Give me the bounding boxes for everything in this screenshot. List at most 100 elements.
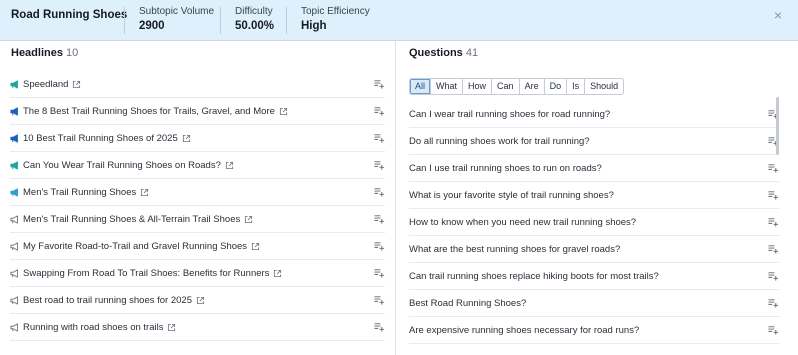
headline-text[interactable]: Can You Wear Trail Running Shoes on Road… bbox=[23, 160, 221, 171]
external-link-icon[interactable] bbox=[251, 242, 260, 251]
question-row[interactable]: Are expensive running shoes necessary fo… bbox=[409, 317, 779, 344]
add-to-list-icon[interactable] bbox=[768, 298, 779, 308]
add-to-list-icon[interactable] bbox=[768, 190, 779, 200]
megaphone-icon bbox=[10, 160, 18, 170]
metric-value: High bbox=[301, 20, 327, 32]
headline-text[interactable]: My Favorite Road-to-Trail and Gravel Run… bbox=[23, 241, 247, 252]
question-row[interactable]: Can trail running shoes replace hiking b… bbox=[409, 263, 779, 290]
megaphone-icon bbox=[10, 133, 18, 143]
filter-tab-are[interactable]: Are bbox=[518, 79, 544, 94]
external-link-icon[interactable] bbox=[72, 80, 81, 89]
add-to-list-icon[interactable] bbox=[768, 271, 779, 281]
metric-value: 50.00% bbox=[235, 20, 275, 32]
headline-row[interactable]: 10 Best Trail Running Shoes of 2025 bbox=[10, 125, 385, 152]
filter-tab-should[interactable]: Should bbox=[584, 79, 623, 94]
topic-header: Road Running Shoes Subtopic Volume 2900 … bbox=[0, 0, 798, 41]
metric-topic-efficiency: Topic Efficiency High bbox=[301, 6, 370, 32]
headline-row[interactable]: Men's Trail Running Shoes bbox=[10, 179, 385, 206]
question-row[interactable]: Can I use trail running shoes to run on … bbox=[409, 155, 779, 182]
headline-row[interactable]: Running with road shoes on trails bbox=[10, 314, 385, 341]
add-to-list-icon[interactable] bbox=[374, 268, 385, 278]
headline-text[interactable]: 10 Best Trail Running Shoes of 2025 bbox=[23, 133, 178, 144]
external-link-icon[interactable] bbox=[279, 107, 288, 116]
external-link-icon[interactable] bbox=[225, 161, 234, 170]
headline-text[interactable]: Running with road shoes on trails bbox=[23, 322, 163, 333]
external-link-icon[interactable] bbox=[196, 296, 205, 305]
headline-text[interactable]: Speedland bbox=[23, 79, 68, 90]
headline-text[interactable]: Men's Trail Running Shoes & All-Terrain … bbox=[23, 214, 240, 225]
headlines-panel: Headlines 10 Speedland The 8 Best Trail R… bbox=[0, 41, 395, 355]
question-text[interactable]: How to know when you need new trail runn… bbox=[409, 217, 636, 228]
header-divider bbox=[286, 7, 287, 34]
question-row[interactable]: What are the best running shoes for grav… bbox=[409, 236, 779, 263]
question-text[interactable]: Best Road Running Shoes? bbox=[409, 298, 526, 309]
filter-tab-how[interactable]: How bbox=[462, 79, 491, 94]
external-link-icon[interactable] bbox=[182, 134, 191, 143]
add-to-list-icon[interactable] bbox=[768, 217, 779, 227]
topic-title: Road Running Shoes bbox=[11, 9, 128, 21]
add-to-list-icon[interactable] bbox=[374, 79, 385, 89]
headline-row[interactable]: Men's Trail Running Shoes & All-Terrain … bbox=[10, 206, 385, 233]
headline-text[interactable]: Men's Trail Running Shoes bbox=[23, 187, 136, 198]
headline-row[interactable]: Speedland bbox=[10, 71, 385, 98]
question-row[interactable]: Best Road Running Shoes? bbox=[409, 290, 779, 317]
megaphone-outline-icon bbox=[10, 214, 18, 224]
metric-difficulty: Difficulty 50.00% bbox=[235, 6, 274, 32]
filter-tab-all[interactable]: All bbox=[410, 79, 431, 94]
headline-row[interactable]: My Favorite Road-to-Trail and Gravel Run… bbox=[10, 233, 385, 260]
metric-label: Topic Efficiency bbox=[301, 6, 370, 17]
megaphone-icon bbox=[10, 79, 18, 89]
external-link-icon[interactable] bbox=[140, 188, 149, 197]
add-to-list-icon[interactable] bbox=[374, 295, 385, 305]
add-to-list-icon[interactable] bbox=[768, 163, 779, 173]
header-divider bbox=[124, 7, 125, 34]
questions-heading: Questions 41 bbox=[409, 47, 478, 59]
question-text[interactable]: Do all running shoes work for trail runn… bbox=[409, 136, 590, 147]
megaphone-icon bbox=[10, 187, 18, 197]
question-text[interactable]: Can trail running shoes replace hiking b… bbox=[409, 271, 659, 282]
megaphone-icon bbox=[10, 106, 18, 116]
add-to-list-icon[interactable] bbox=[374, 187, 385, 197]
question-filter-tabs: All What How Can Are Do Is Should bbox=[409, 78, 625, 95]
headline-text[interactable]: Best road to trail running shoes for 202… bbox=[23, 295, 192, 306]
add-to-list-icon[interactable] bbox=[768, 244, 779, 254]
add-to-list-icon[interactable] bbox=[374, 106, 385, 116]
headline-row[interactable]: Can You Wear Trail Running Shoes on Road… bbox=[10, 152, 385, 179]
question-text[interactable]: What is your favorite style of trail run… bbox=[409, 190, 614, 201]
headline-text[interactable]: Swapping From Road To Trail Shoes: Benef… bbox=[23, 268, 269, 279]
question-text[interactable]: Can I wear trail running shoes for road … bbox=[409, 109, 610, 120]
metric-value: 2900 bbox=[139, 20, 165, 32]
question-text[interactable]: What are the best running shoes for grav… bbox=[409, 244, 620, 255]
question-text[interactable]: Can I use trail running shoes to run on … bbox=[409, 163, 602, 174]
headline-text[interactable]: The 8 Best Trail Running Shoes for Trail… bbox=[23, 106, 275, 117]
question-row[interactable]: Do all running shoes work for trail runn… bbox=[409, 128, 779, 155]
question-text[interactable]: Are expensive running shoes necessary fo… bbox=[409, 325, 639, 336]
close-icon[interactable]: × bbox=[774, 7, 782, 23]
add-to-list-icon[interactable] bbox=[768, 325, 779, 335]
add-to-list-icon[interactable] bbox=[374, 322, 385, 332]
question-row[interactable]: What is your favorite style of trail run… bbox=[409, 182, 779, 209]
add-to-list-icon[interactable] bbox=[374, 160, 385, 170]
add-to-list-icon[interactable] bbox=[374, 133, 385, 143]
question-row[interactable]: Can I wear trail running shoes for road … bbox=[409, 101, 779, 128]
scrollbar-thumb[interactable] bbox=[776, 97, 779, 155]
headline-row[interactable]: Swapping From Road To Trail Shoes: Benef… bbox=[10, 260, 385, 287]
headlines-count: 10 bbox=[66, 47, 79, 59]
filter-tab-can[interactable]: Can bbox=[491, 79, 519, 94]
headline-row[interactable]: Best road to trail running shoes for 202… bbox=[10, 287, 385, 314]
add-to-list-icon[interactable] bbox=[374, 214, 385, 224]
external-link-icon[interactable] bbox=[244, 215, 253, 224]
headlines-title: Headlines bbox=[11, 47, 63, 59]
metric-label: Subtopic Volume bbox=[139, 6, 215, 17]
filter-tab-do[interactable]: Do bbox=[543, 79, 567, 94]
filter-tab-what[interactable]: What bbox=[430, 79, 462, 94]
headlines-heading: Headlines 10 bbox=[11, 47, 78, 59]
external-link-icon[interactable] bbox=[273, 269, 282, 278]
questions-panel: Questions 41 All What How Can Are Do Is Should … bbox=[396, 41, 798, 355]
add-to-list-icon[interactable] bbox=[374, 241, 385, 251]
filter-tab-is[interactable]: Is bbox=[566, 79, 584, 94]
question-row[interactable]: How to know when you need new trail runn… bbox=[409, 209, 779, 236]
metric-subtopic-volume: Subtopic Volume 2900 bbox=[139, 6, 214, 32]
external-link-icon[interactable] bbox=[167, 323, 176, 332]
headline-row[interactable]: The 8 Best Trail Running Shoes for Trail… bbox=[10, 98, 385, 125]
